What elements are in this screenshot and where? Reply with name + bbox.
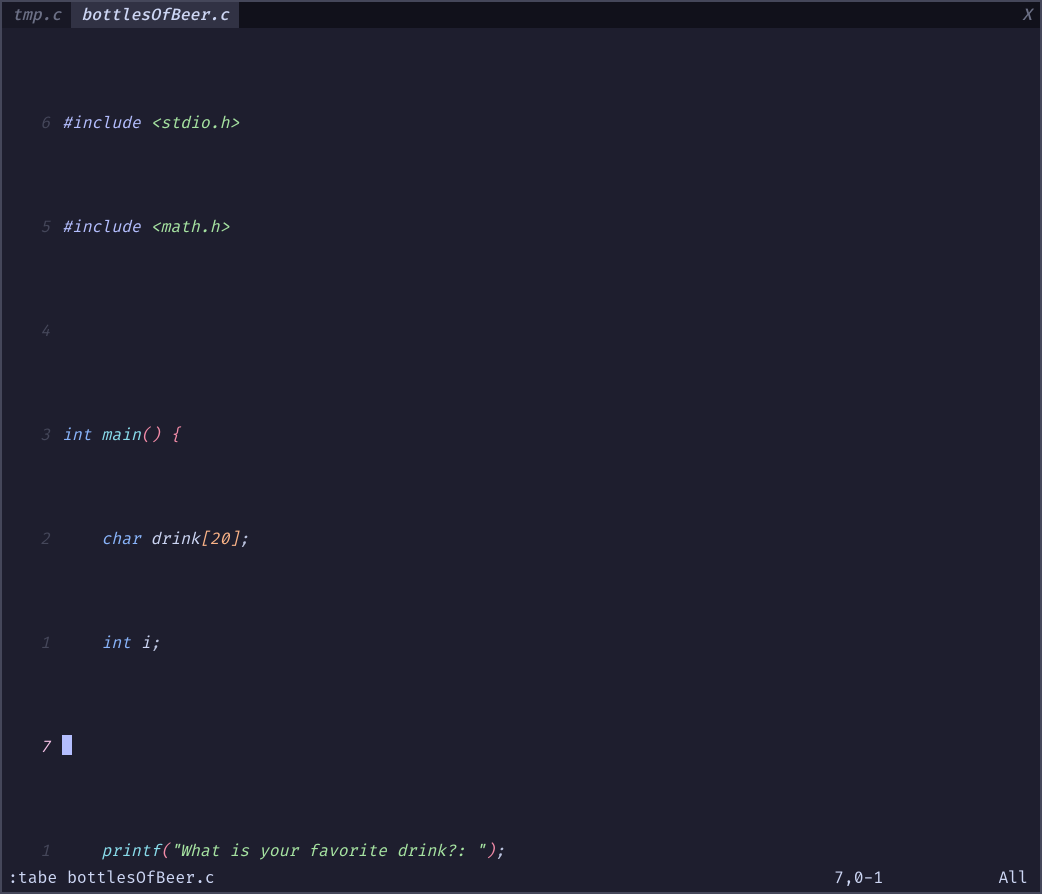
status-bar: :tabe bottlesOfBeer.c 7,0-1 All [2, 864, 1040, 892]
tab-bottles[interactable]: bottlesOfBeer.c [71, 2, 239, 28]
code-line: 3int main() { [2, 422, 1040, 448]
code-line: 4 [2, 318, 1040, 344]
close-icon[interactable]: X [1014, 2, 1040, 28]
cursor-position: 7,0-1 [834, 868, 974, 888]
line-number: 2 [2, 526, 62, 552]
cursor-icon [62, 735, 72, 755]
scroll-percent: All [974, 868, 1034, 888]
code-line: 2 char drink[20]; [2, 526, 1040, 552]
line-number: 3 [2, 422, 62, 448]
tab-bar: tmp.c bottlesOfBeer.c X [2, 2, 1040, 28]
line-number: 1 [2, 630, 62, 656]
code-line: 1 printf("What is your favorite drink?: … [2, 838, 1040, 864]
code-line: 1 int i; [2, 630, 1040, 656]
line-number-current: 7 [2, 734, 62, 760]
line-number: 4 [2, 318, 62, 344]
code-line: 5#include <math.h> [2, 214, 1040, 240]
line-number: 1 [2, 838, 62, 864]
tab-tmp[interactable]: tmp.c [2, 2, 71, 28]
code-editor[interactable]: 6#include <stdio.h> 5#include <math.h> 4… [2, 28, 1040, 864]
command-line[interactable]: :tabe bottlesOfBeer.c [8, 868, 834, 888]
line-number: 6 [2, 110, 62, 136]
code-line: 7 [2, 734, 1040, 760]
code-line: 6#include <stdio.h> [2, 110, 1040, 136]
line-number: 5 [2, 214, 62, 240]
